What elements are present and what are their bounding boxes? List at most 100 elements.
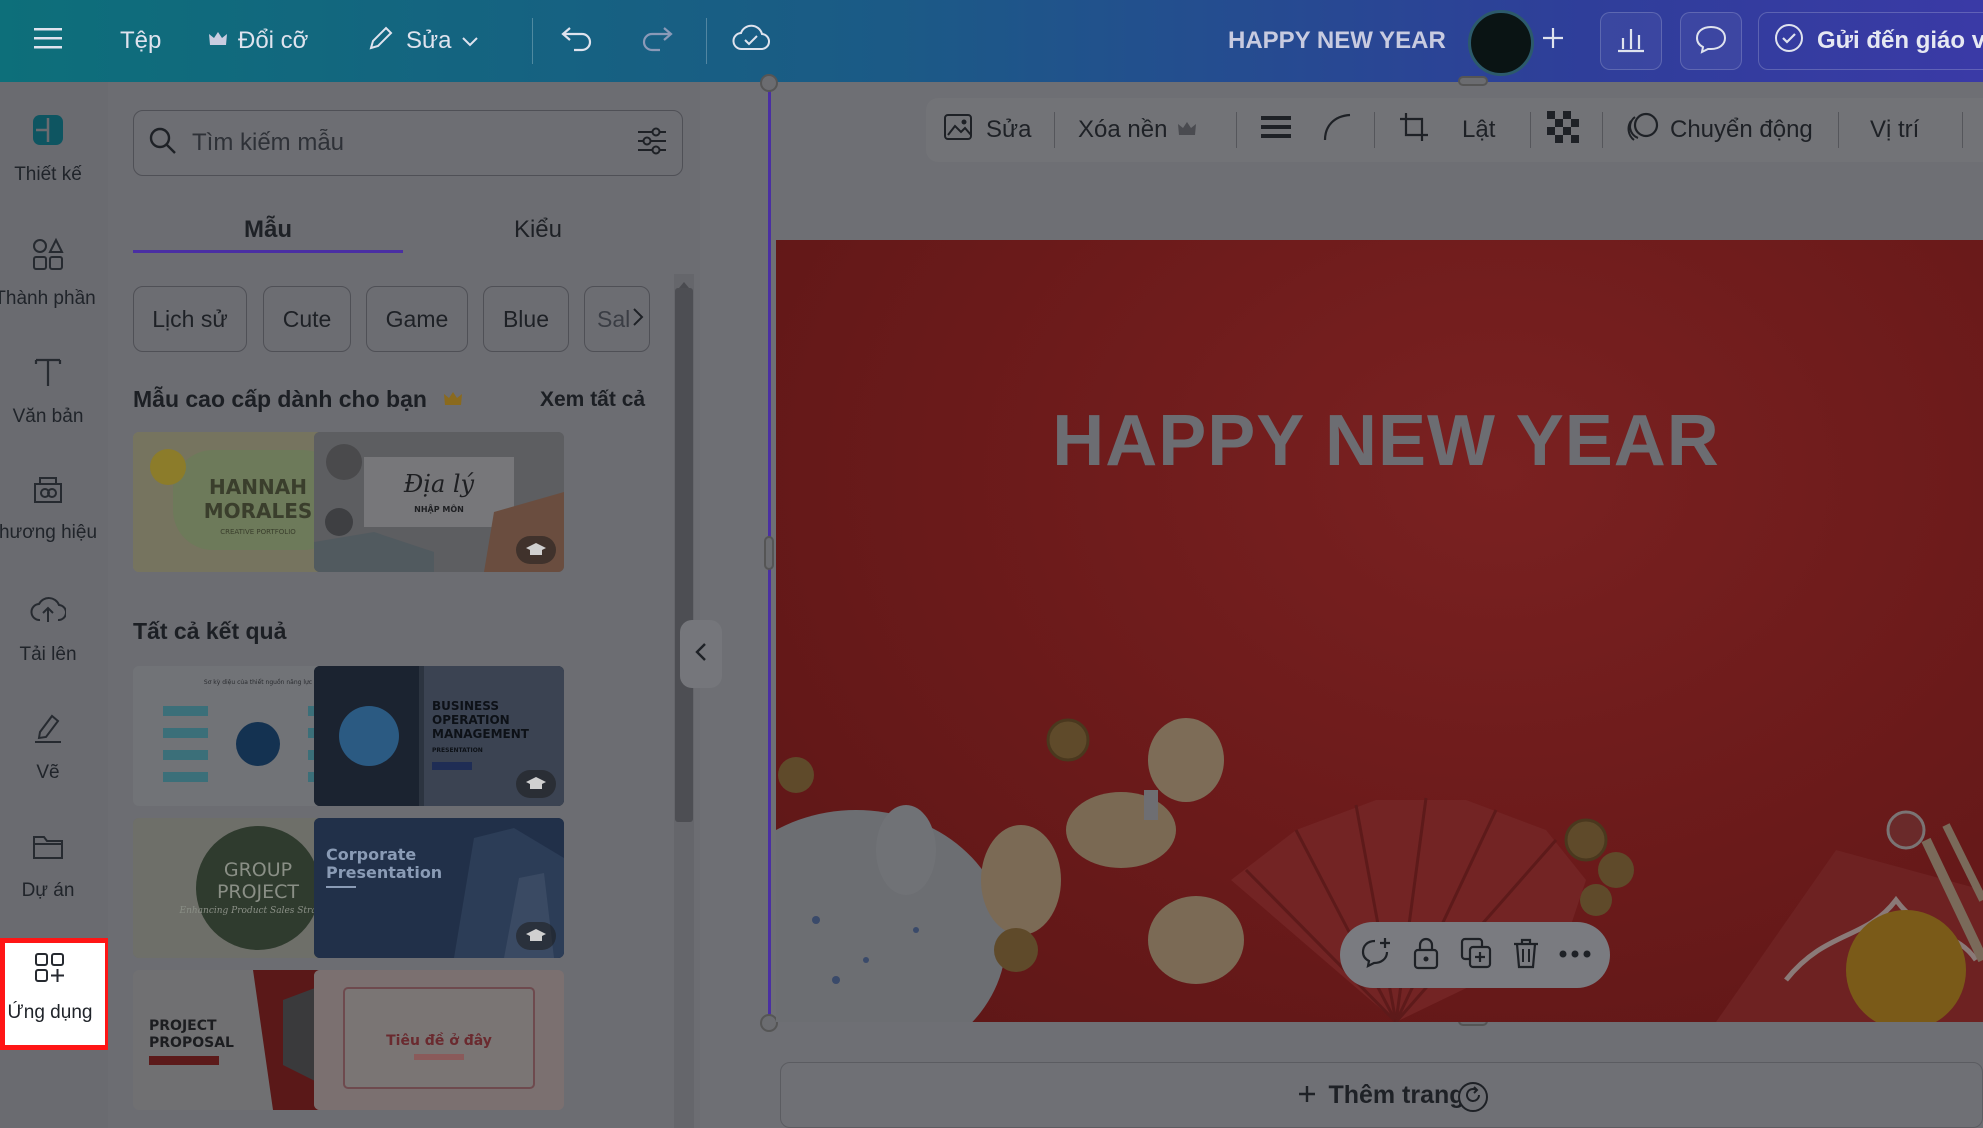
- filter-sliders-icon[interactable]: [636, 126, 668, 161]
- crown-icon: [443, 386, 463, 412]
- more-options-icon[interactable]: [1559, 946, 1591, 964]
- animation-icon: [1626, 111, 1660, 150]
- plus-icon: [1540, 25, 1566, 58]
- file-label: Tệp: [120, 27, 162, 54]
- see-all-link[interactable]: Xem tất cả: [540, 388, 645, 412]
- element-quick-actions: [1340, 922, 1610, 988]
- filter-chip[interactable]: Game: [366, 286, 468, 352]
- tab-styles[interactable]: Kiểu: [403, 200, 673, 260]
- edit-image-button[interactable]: Sửa: [942, 98, 1031, 162]
- template-search-box[interactable]: [133, 110, 683, 176]
- divider: [1374, 112, 1375, 148]
- graduation-cap-icon: [516, 536, 556, 564]
- add-page-button[interactable]: Thêm trang: [780, 1062, 1983, 1128]
- template-thumbnail[interactable]: Corporate Presentation: [314, 818, 564, 958]
- apps-icon: [32, 950, 68, 992]
- rail-item-brand[interactable]: hương hiệu: [0, 470, 98, 566]
- position-button[interactable]: Vị trí: [1870, 98, 1919, 162]
- comments-button[interactable]: [1680, 12, 1742, 70]
- thumb-text: HANNAH: [209, 475, 307, 499]
- add-collaborator-button[interactable]: [1540, 0, 1566, 82]
- flip-button[interactable]: Lật: [1462, 98, 1495, 162]
- thumb-text: OPERATION: [432, 713, 510, 727]
- rail-item-design[interactable]: Thiết kế: [0, 112, 96, 208]
- side-handle[interactable]: [764, 536, 774, 570]
- redo-button[interactable]: [640, 0, 674, 82]
- remove-background-label: Xóa nền: [1078, 116, 1168, 143]
- thumb-text: Corporate: [326, 845, 416, 864]
- corner-rounding-button[interactable]: [1322, 98, 1352, 162]
- transparency-checker-icon: [1546, 110, 1580, 151]
- border-style-button[interactable]: [1260, 98, 1292, 162]
- search-input[interactable]: [192, 129, 622, 157]
- templates-panel: Mẫu Kiểu Lịch sử Cute Game Blue Sal Mẫu …: [108, 82, 700, 1128]
- slide-title-text[interactable]: HAPPY NEW YEAR: [776, 400, 1983, 482]
- lock-icon[interactable]: [1411, 936, 1441, 975]
- rail-item-text[interactable]: Văn bản: [0, 354, 96, 450]
- draw-icon: [30, 710, 66, 752]
- top-handle[interactable]: [1458, 76, 1488, 86]
- resize-handle[interactable]: [760, 74, 778, 92]
- template-thumbnail[interactable]: Tiêu đề ở đây: [314, 970, 564, 1110]
- file-menu[interactable]: Tệp: [120, 0, 161, 82]
- image-context-toolbar: Sửa Xóa nền Lật Chuyển động Vị trí: [926, 98, 1983, 162]
- crown-icon: [1177, 116, 1197, 144]
- thumb-text: MANAGEMENT: [432, 727, 530, 741]
- trash-icon[interactable]: [1511, 936, 1541, 975]
- filter-chip[interactable]: Lịch sử: [133, 286, 247, 352]
- cloud-save-status[interactable]: [732, 0, 770, 82]
- rail-label: hương hiệu: [0, 522, 98, 543]
- rail-item-projects[interactable]: Dự án: [0, 828, 96, 924]
- edit-image-label: Sửa: [986, 116, 1032, 143]
- active-tab-indicator: [133, 250, 403, 253]
- slide-canvas[interactable]: HAPPY NEW YEAR: [776, 240, 1983, 1022]
- chevron-right-icon[interactable]: [632, 306, 644, 333]
- filter-chip[interactable]: Blue: [483, 286, 569, 352]
- chip-label: Blue: [502, 305, 550, 332]
- template-thumbnail[interactable]: Địa lý NHẬP MÔN: [314, 432, 564, 572]
- comment-add-icon[interactable]: [1359, 936, 1393, 975]
- rail-item-draw[interactable]: Vẽ: [0, 710, 96, 806]
- filter-chip[interactable]: Cute: [263, 286, 351, 352]
- thumb-text: Tiêu đề ở đây: [386, 1032, 492, 1049]
- rotate-handle[interactable]: [1458, 1082, 1488, 1112]
- avatar[interactable]: [1468, 10, 1534, 76]
- template-thumbnail[interactable]: BUSINESS OPERATION MANAGEMENT PRESENTATI…: [314, 666, 564, 806]
- cloud-check-icon: [732, 23, 770, 60]
- document-title[interactable]: HAPPY NEW YEAR: [1228, 0, 1446, 82]
- divider: [1054, 112, 1055, 148]
- brand-icon: [30, 470, 66, 512]
- edit-menu[interactable]: Sửa: [366, 0, 479, 82]
- thumb-text: CREATIVE PORTFOLIO: [220, 528, 296, 536]
- thumb-text: BUSINESS: [432, 699, 499, 713]
- rail-label: Thành phần: [0, 288, 96, 309]
- duplicate-icon[interactable]: [1459, 936, 1493, 975]
- send-to-teacher-button[interactable]: Gửi đến giáo v: [1758, 12, 1983, 70]
- undo-button[interactable]: [560, 0, 594, 82]
- top-bar: Tệp Đổi cỡ Sửa HAPPY NEW YEAR Gửi đến gi…: [0, 0, 1983, 82]
- animate-button[interactable]: Chuyển động: [1626, 98, 1813, 162]
- chevron-left-icon: [694, 642, 708, 667]
- crop-button[interactable]: [1398, 98, 1430, 162]
- rail-item-upload[interactable]: Tải lên: [0, 592, 96, 688]
- filter-chip[interactable]: Sal: [584, 286, 650, 352]
- transparency-button[interactable]: [1546, 98, 1580, 162]
- scroll-up-arrow[interactable]: [678, 276, 690, 294]
- rail-item-elements[interactable]: Thành phần: [0, 236, 96, 332]
- remove-background-button[interactable]: Xóa nền: [1078, 98, 1197, 162]
- thumb-text: MORALES: [204, 499, 313, 523]
- menu-button[interactable]: [34, 0, 64, 82]
- crown-icon: [208, 27, 228, 55]
- rail-item-apps[interactable]: Ứng dụng: [2, 950, 98, 1046]
- insights-button[interactable]: [1600, 12, 1662, 70]
- new-year-background-image: [776, 718, 1983, 1022]
- collapse-panel-button[interactable]: [680, 620, 722, 688]
- divider: [532, 18, 533, 64]
- corner-radius-icon: [1322, 112, 1352, 149]
- hamburger-icon: [34, 26, 64, 57]
- resize-button[interactable]: Đổi cỡ: [208, 0, 308, 82]
- panel-scrollbar-thumb[interactable]: [675, 288, 693, 822]
- redo-icon: [640, 24, 674, 59]
- comment-icon: [1694, 23, 1728, 60]
- bar-chart-icon: [1615, 24, 1647, 59]
